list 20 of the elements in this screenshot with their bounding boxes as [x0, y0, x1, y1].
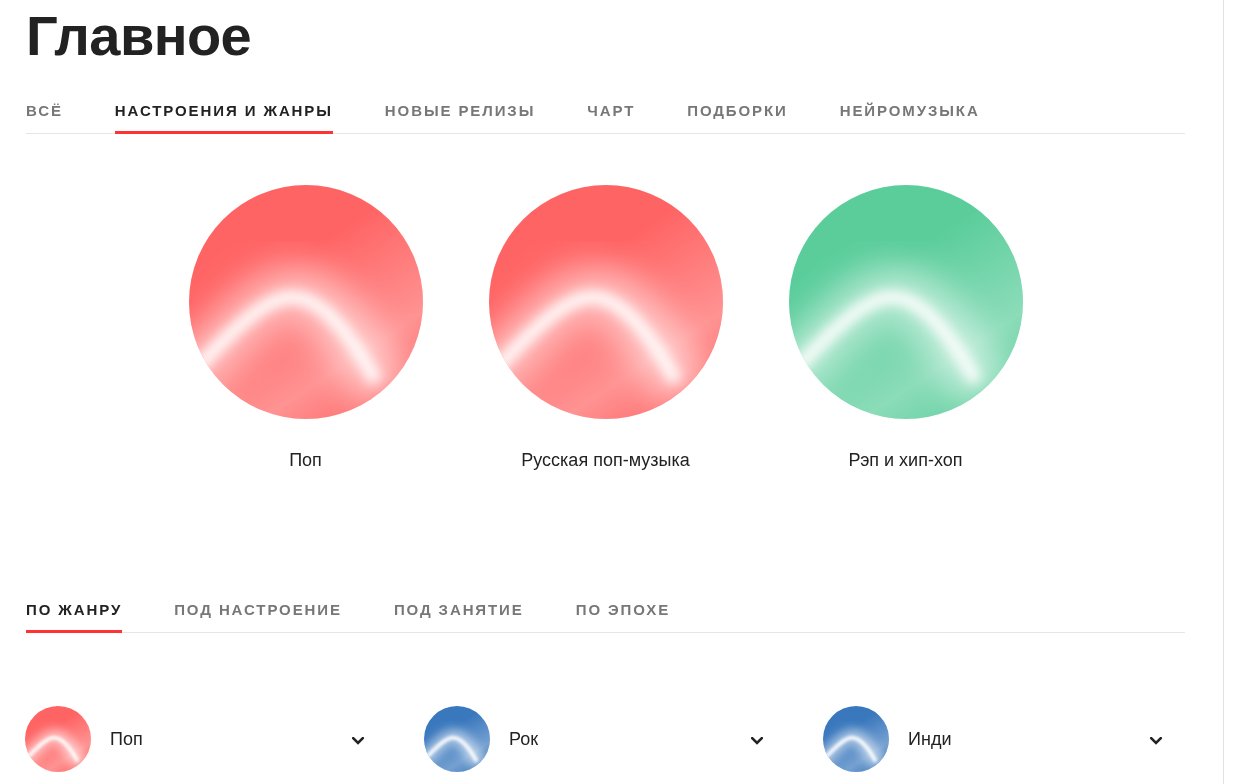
chevron-down-icon[interactable] — [1150, 737, 1162, 745]
tab[interactable]: ПО ЭПОХЕ — [575, 600, 671, 633]
tab[interactable]: ЧАРТ — [587, 101, 636, 134]
genre-name[interactable]: Поп — [289, 448, 322, 472]
tab[interactable]: НОВЫЕ РЕЛИЗЫ — [384, 101, 536, 134]
genre-name[interactable]: Поп — [110, 727, 143, 751]
genre-name[interactable]: Рок — [509, 727, 539, 751]
page-title: Главное — [26, 4, 252, 68]
tab[interactable]: ПОД НАСТРОЕНИЕ — [174, 600, 342, 633]
tab[interactable]: НАСТРОЕНИЯ И ЖАНРЫ — [114, 101, 333, 134]
chevron-down-icon[interactable] — [352, 737, 364, 745]
genre-name[interactable]: Инди — [908, 727, 952, 751]
tab[interactable]: ПОД ЗАНЯТИЕ — [393, 600, 524, 633]
tab[interactable]: ПО ЖАНРУ — [26, 600, 123, 633]
tab[interactable]: ВСЁ — [26, 101, 63, 134]
tab[interactable]: НЕЙРОМУЗЫКА — [839, 101, 980, 134]
tab[interactable]: ПОДБОРКИ — [687, 101, 788, 134]
genre-name[interactable]: Русская поп-музыка — [521, 448, 690, 472]
genre-name[interactable]: Рэп и хип-хоп — [848, 448, 963, 472]
chevron-down-icon[interactable] — [751, 737, 763, 745]
